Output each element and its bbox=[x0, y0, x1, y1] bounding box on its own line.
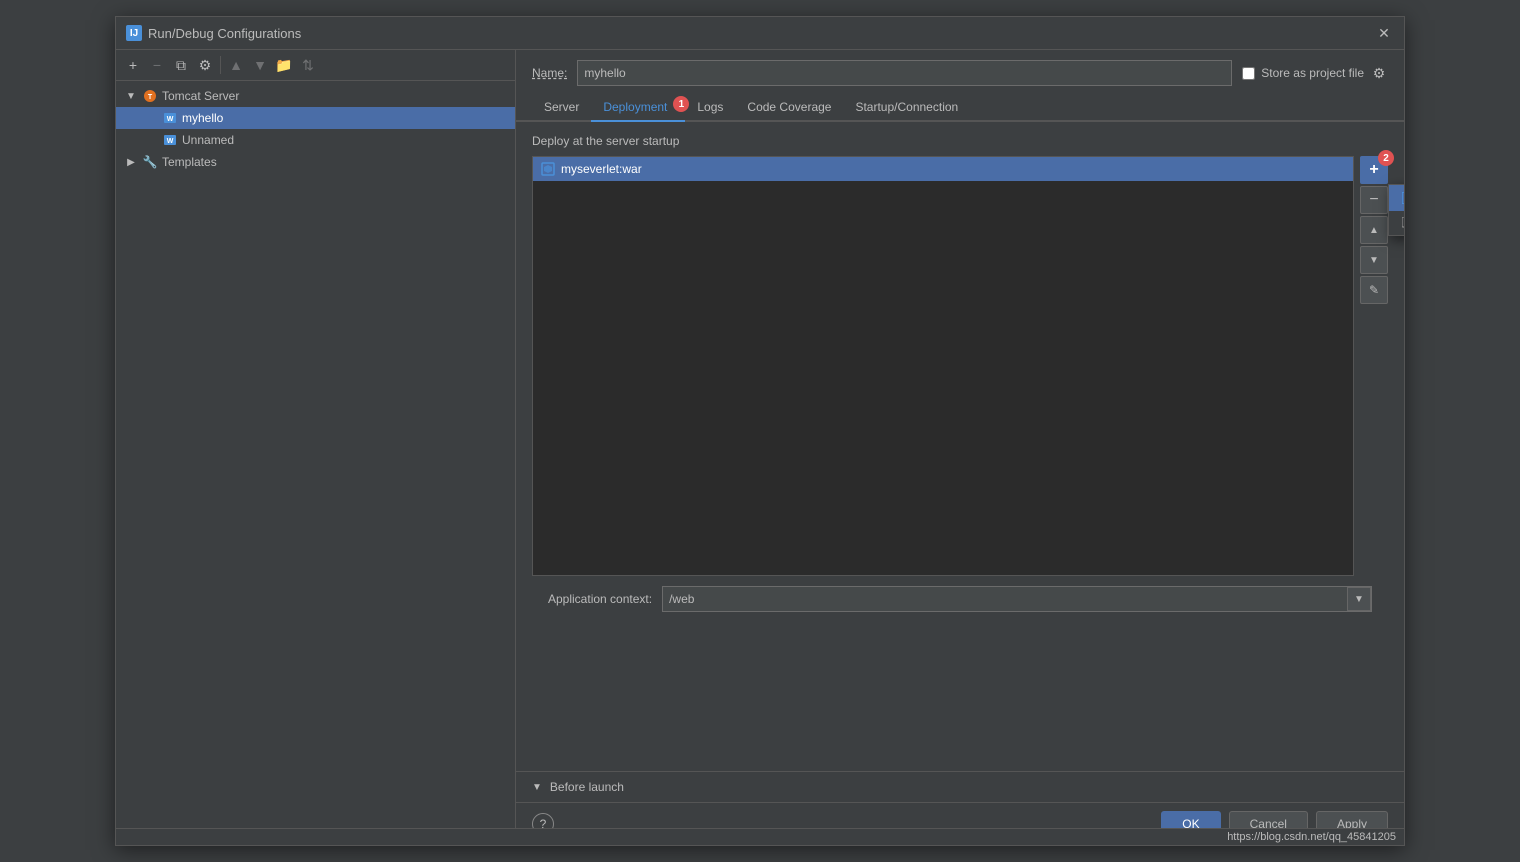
divider1 bbox=[220, 56, 221, 74]
name-input[interactable] bbox=[577, 60, 1232, 86]
app-icon: IJ bbox=[126, 25, 142, 41]
name-label: Name: bbox=[532, 66, 567, 80]
myhello-label: myhello bbox=[182, 111, 223, 125]
app-context-row: Application context: /web ▼ bbox=[532, 576, 1388, 622]
settings-config-button[interactable]: ⚙ bbox=[194, 54, 216, 76]
artifact-menu-item[interactable]: Artifact... 3 bbox=[1389, 185, 1404, 211]
name-row: Name: Store as project file ⚙ bbox=[516, 50, 1404, 94]
deploy-section-label: Deploy at the server startup bbox=[532, 134, 1388, 148]
move-deployment-down-button[interactable]: ▼ bbox=[1360, 246, 1388, 274]
store-row: Store as project file ⚙ bbox=[1242, 64, 1388, 82]
external-source-menu-icon bbox=[1401, 216, 1404, 230]
content-area: Deploy at the server startup bbox=[516, 122, 1404, 771]
deployment-wrapper: myseverlet:war + 2 − ▲ ▼ ✎ bbox=[532, 156, 1388, 576]
status-bar: https://blog.csdn.net/qq_45841205 bbox=[116, 828, 1404, 845]
expand-icon: ▼ bbox=[124, 89, 138, 103]
add-config-button[interactable]: + bbox=[122, 54, 144, 76]
deployment-list: myseverlet:war bbox=[532, 156, 1354, 576]
deployment-item-name: myseverlet:war bbox=[561, 162, 642, 176]
app-context-field: /web ▼ bbox=[662, 586, 1372, 612]
before-launch-label: Before launch bbox=[550, 780, 624, 794]
dialog-title: Run/Debug Configurations bbox=[148, 26, 301, 41]
app-context-value: /web bbox=[663, 592, 1347, 606]
tab-deployment[interactable]: Deployment 1 bbox=[591, 94, 685, 122]
title-bar: IJ Run/Debug Configurations ✕ bbox=[116, 17, 1404, 50]
remove-deployment-button[interactable]: − bbox=[1360, 186, 1388, 214]
left-toolbar: + − ⧉ ⚙ ▲ ▼ 📁 ⇅ bbox=[116, 50, 515, 81]
svg-text:W: W bbox=[167, 138, 174, 145]
dialog-body: + − ⧉ ⚙ ▲ ▼ 📁 ⇅ ▼ T bbox=[116, 50, 1404, 845]
tomcat-server-group[interactable]: ▼ T Tomcat Server bbox=[116, 85, 515, 107]
tab-code-coverage[interactable]: Code Coverage bbox=[735, 94, 843, 122]
artifact-icon bbox=[541, 162, 555, 176]
expand-spacer2 bbox=[144, 133, 158, 147]
store-label: Store as project file bbox=[1261, 66, 1364, 80]
right-buttons: + 2 − ▲ ▼ ✎ bbox=[1360, 156, 1388, 304]
config-tree: ▼ T Tomcat Server W bbox=[116, 81, 515, 845]
run-debug-dialog: IJ Run/Debug Configurations ✕ + − ⧉ ⚙ ▲ … bbox=[115, 16, 1405, 846]
tab-server[interactable]: Server bbox=[532, 94, 591, 122]
left-panel: + − ⧉ ⚙ ▲ ▼ 📁 ⇅ ▼ T bbox=[116, 50, 516, 845]
close-button[interactable]: ✕ bbox=[1374, 23, 1394, 43]
store-gear-button[interactable]: ⚙ bbox=[1370, 64, 1388, 82]
sort-button[interactable]: ⇅ bbox=[297, 54, 319, 76]
tab-logs[interactable]: Logs bbox=[685, 94, 735, 122]
templates-expand: ▶ bbox=[124, 155, 138, 169]
before-launch-row: ▼ Before launch bbox=[516, 771, 1404, 802]
copy-config-button[interactable]: ⧉ bbox=[170, 54, 192, 76]
unnamed-item[interactable]: W Unnamed bbox=[116, 129, 515, 151]
deployment-item[interactable]: myseverlet:war bbox=[533, 157, 1353, 181]
folder-button[interactable]: 📁 bbox=[273, 54, 295, 76]
myhello-icon: W bbox=[162, 110, 178, 126]
templates-item[interactable]: ▶ 🔧 Templates bbox=[116, 151, 515, 173]
add-btn-wrapper: + 2 bbox=[1360, 156, 1388, 184]
title-left: IJ Run/Debug Configurations bbox=[126, 25, 301, 41]
external-source-menu-item[interactable]: External Source... bbox=[1389, 211, 1404, 235]
templates-icon: 🔧 bbox=[142, 154, 158, 170]
svg-text:T: T bbox=[148, 94, 153, 101]
unnamed-icon: W bbox=[162, 132, 178, 148]
tabs-bar: Server Deployment 1 Logs Code Coverage S… bbox=[516, 94, 1404, 122]
move-up-button[interactable]: ▲ bbox=[225, 54, 247, 76]
status-url: https://blog.csdn.net/qq_45841205 bbox=[1227, 831, 1396, 843]
app-context-dropdown[interactable]: ▼ bbox=[1347, 587, 1371, 611]
tomcat-server-label: Tomcat Server bbox=[162, 89, 239, 103]
tomcat-server-icon: T bbox=[142, 88, 158, 104]
move-deployment-up-button[interactable]: ▲ bbox=[1360, 216, 1388, 244]
move-down-button[interactable]: ▼ bbox=[249, 54, 271, 76]
remove-config-button[interactable]: − bbox=[146, 54, 168, 76]
unnamed-label: Unnamed bbox=[182, 133, 234, 147]
svg-text:W: W bbox=[167, 116, 174, 123]
artifact-menu-icon bbox=[1401, 191, 1404, 205]
tab-startup-connection[interactable]: Startup/Connection bbox=[843, 94, 970, 122]
templates-label: Templates bbox=[162, 155, 217, 169]
myhello-item[interactable]: W myhello bbox=[116, 107, 515, 129]
expand-spacer bbox=[144, 111, 158, 125]
right-panel: Name: Store as project file ⚙ Server Dep… bbox=[516, 50, 1404, 845]
collapse-before-launch[interactable]: ▼ bbox=[532, 782, 542, 793]
context-menu: Artifact... 3 bbox=[1388, 184, 1404, 236]
store-checkbox[interactable] bbox=[1242, 67, 1255, 80]
add-badge: 2 bbox=[1378, 150, 1394, 166]
edit-deployment-button[interactable]: ✎ bbox=[1360, 276, 1388, 304]
app-context-label: Application context: bbox=[548, 592, 652, 606]
